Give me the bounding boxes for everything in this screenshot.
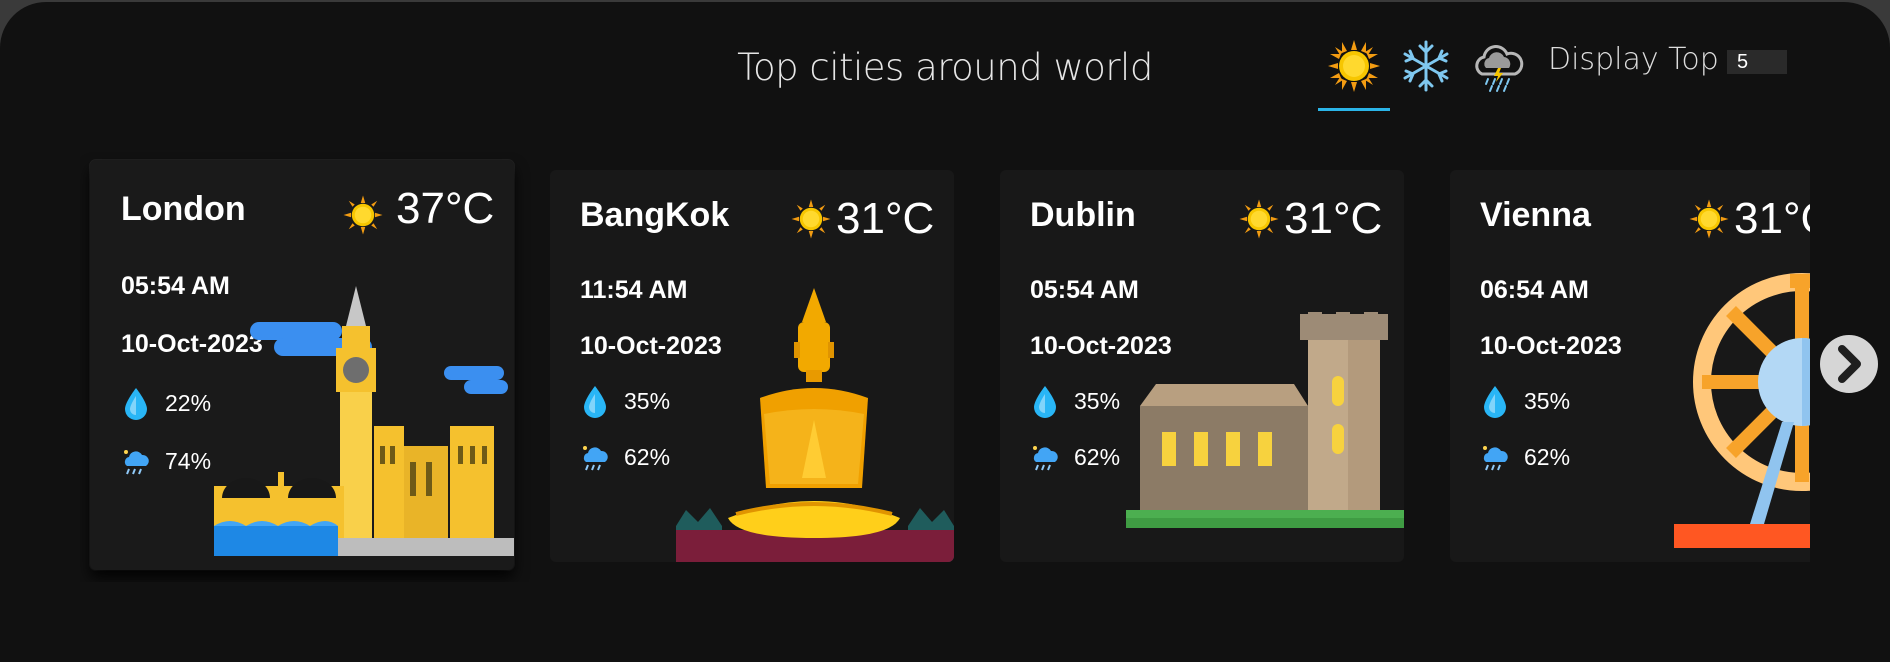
local-time: 11:54 AM (580, 276, 688, 304)
local-time: 06:54 AM (1480, 276, 1589, 304)
castle-icon (1126, 312, 1404, 528)
big-ben-icon (214, 286, 514, 556)
humidity-value: 22% (165, 389, 212, 416)
snow-filter-button[interactable] (1398, 38, 1454, 94)
temperature: 31°C (836, 194, 935, 243)
selected-filter-indicator (1318, 108, 1390, 111)
city-carousel: London 37°C 05:54 AM 10-Oct-2023 22% 74% (80, 152, 1810, 582)
water-drop-icon (1484, 386, 1506, 418)
city-name: Vienna (1480, 196, 1591, 234)
sun-filter-button[interactable] (1326, 38, 1382, 94)
chevron-right-icon (1838, 345, 1861, 383)
temperature: 31°C (1734, 194, 1810, 243)
rain-cloud-icon (1033, 446, 1058, 471)
precipitation-stat: 62% (1480, 440, 1570, 474)
snowflake-icon (1403, 40, 1449, 92)
precipitation-value: 62% (1524, 443, 1571, 470)
sun-icon (1328, 40, 1380, 92)
precipitation-stat: 62% (580, 440, 670, 474)
humidity-stat: 35% (1480, 384, 1570, 418)
sun-icon (1689, 199, 1729, 239)
temperature: 37°C (396, 184, 495, 233)
city-name: BangKok (580, 196, 730, 234)
city-card-london[interactable]: London 37°C 05:54 AM 10-Oct-2023 22% 74% (90, 160, 514, 570)
sun-icon (343, 195, 383, 235)
sun-icon (791, 199, 831, 239)
display-top-input[interactable]: 5 (1727, 50, 1787, 74)
city-card-vienna[interactable]: Vienna 31°C 06:54 AM 10-Oct-2023 35% 62% (1450, 170, 1810, 562)
precipitation-value: 74% (165, 447, 212, 474)
precipitation-value: 62% (624, 443, 671, 470)
humidity-stat: 22% (121, 386, 211, 420)
rain-cloud-icon (1475, 45, 1524, 92)
humidity-value: 35% (1524, 387, 1571, 414)
local-time: 05:54 AM (1030, 276, 1139, 304)
city-card-dublin[interactable]: Dublin 31°C 05:54 AM 10-Oct-2023 35% 62% (1000, 170, 1404, 562)
rain-cloud-icon (1483, 446, 1508, 471)
temperature: 31°C (1284, 194, 1383, 243)
humidity-stat: 35% (1030, 384, 1120, 418)
rain-cloud-icon (583, 446, 608, 471)
city-name: Dublin (1030, 196, 1136, 234)
city-card-bangkok[interactable]: BangKok 31°C 11:54 AM 10-Oct-2023 35% 62… (550, 170, 954, 562)
water-drop-icon (584, 386, 606, 418)
precipitation-value: 62% (1074, 443, 1121, 470)
next-button[interactable] (1820, 335, 1878, 393)
rain-filter-button[interactable] (1470, 38, 1526, 94)
rain-cloud-icon (124, 450, 149, 475)
humidity-value: 35% (1074, 387, 1121, 414)
buddha-statue-icon (676, 288, 954, 562)
city-name: London (121, 190, 246, 228)
display-top-label: Display Top (1548, 42, 1719, 77)
humidity-value: 35% (624, 387, 671, 414)
sun-icon (1239, 199, 1279, 239)
precipitation-stat: 74% (121, 444, 211, 478)
humidity-stat: 35% (580, 384, 670, 418)
local-date: 10-Oct-2023 (1480, 332, 1622, 360)
precipitation-stat: 62% (1030, 440, 1120, 474)
ferris-wheel-icon (1674, 273, 1810, 548)
water-drop-icon (125, 388, 147, 420)
water-drop-icon (1034, 386, 1056, 418)
app-window: Top cities around world Display Top 5 Lo… (0, 2, 1890, 662)
